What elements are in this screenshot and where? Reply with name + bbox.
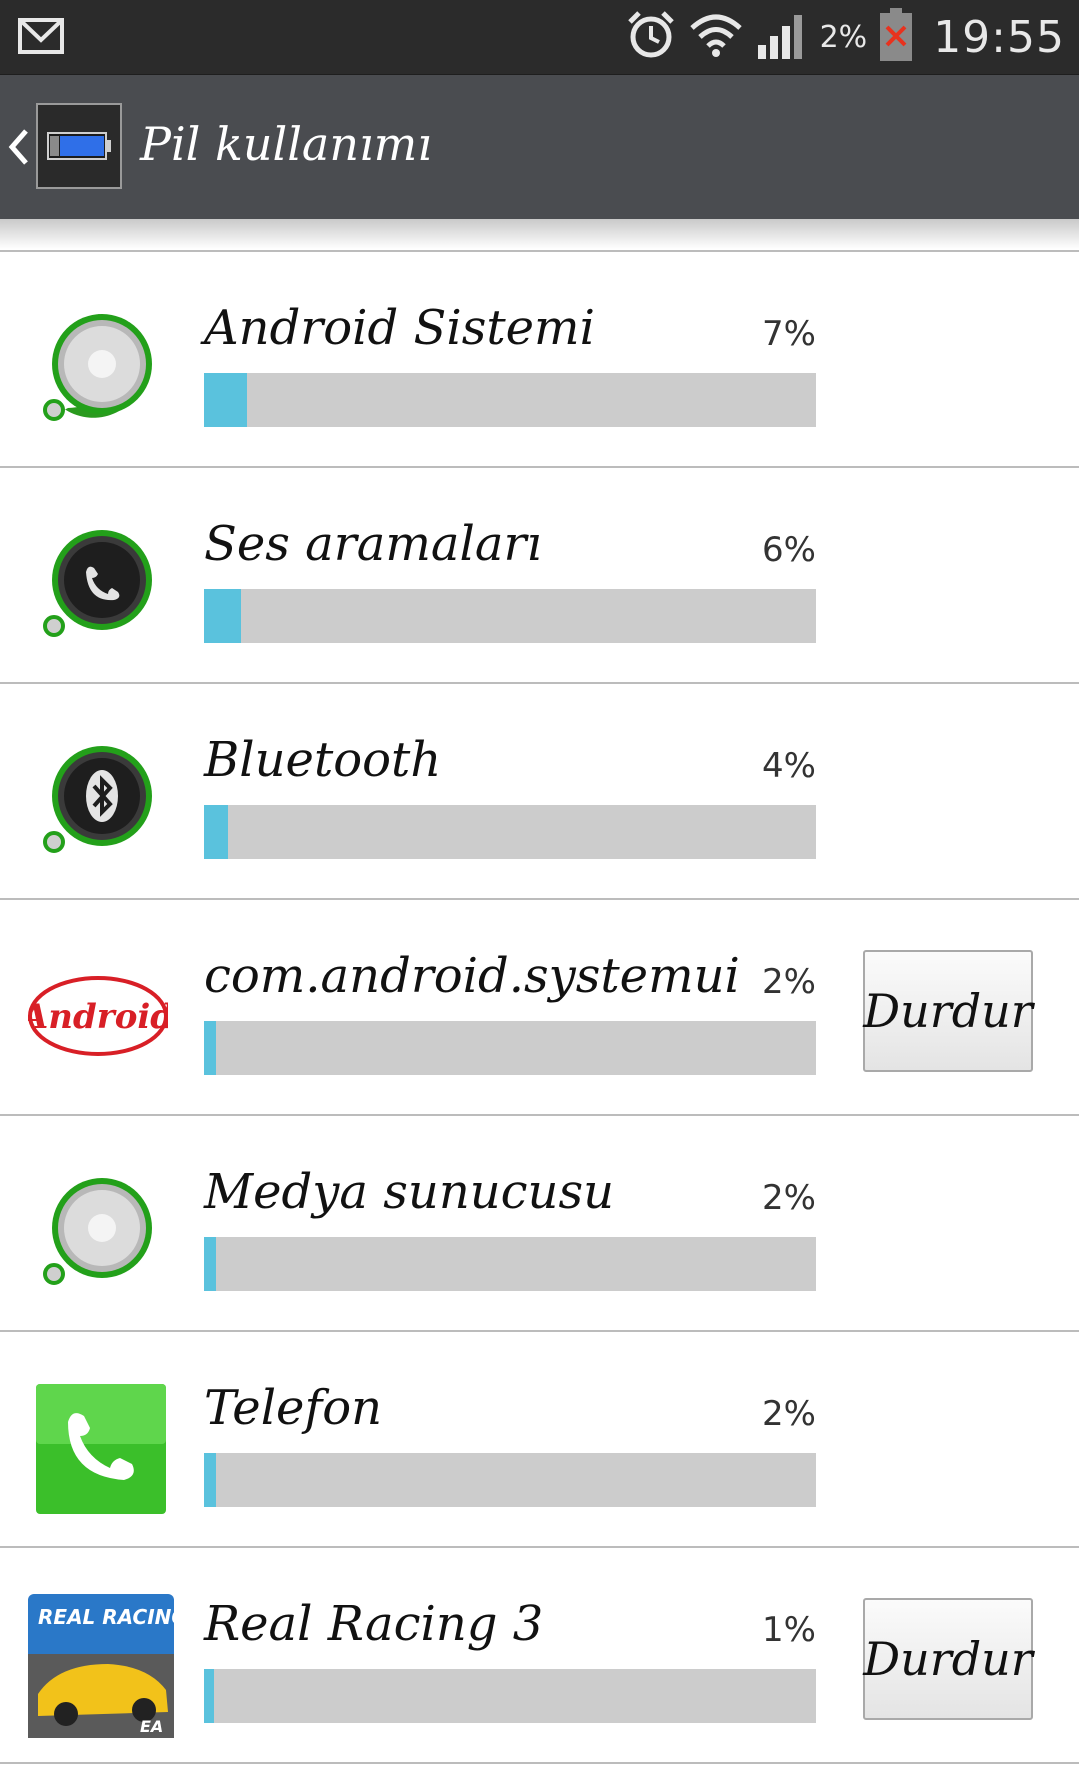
list-item[interactable]: Android Sistemi 7% [0, 252, 1079, 468]
action-bar-shadow [0, 219, 1079, 249]
usage-bar [204, 589, 816, 643]
media-server-icon [28, 1162, 168, 1302]
usage-bar-fill [204, 1021, 216, 1075]
wifi-icon [688, 12, 744, 62]
list-item[interactable]: Android com.android.systemui 2% Durdur [0, 900, 1079, 1116]
app-name: Android Sistemi [204, 300, 595, 356]
usage-bar-fill [204, 1237, 216, 1291]
app-name: Ses aramaları [204, 516, 542, 572]
usage-bar [204, 1237, 816, 1291]
phone-app-icon [28, 1378, 168, 1518]
list-item[interactable]: Medya sunucusu 2% [0, 1116, 1079, 1332]
stop-button[interactable]: Durdur [863, 1598, 1033, 1720]
usage-bar [204, 1669, 816, 1723]
app-name: Medya sunucusu [204, 1164, 614, 1220]
clock: 19:55 [933, 11, 1065, 63]
usage-bar-fill [204, 373, 247, 427]
usage-percent: 6% [762, 530, 816, 570]
gmail-icon [18, 18, 64, 58]
list-item[interactable]: Bluetooth 4% [0, 684, 1079, 900]
usage-bar-fill [204, 589, 241, 643]
usage-percent: 4% [762, 746, 816, 786]
real-racing-icon: REAL RACING EA [28, 1594, 188, 1738]
usage-percent: 7% [762, 314, 816, 354]
usage-bar-fill [204, 805, 228, 859]
app-name: Real Racing 3 [204, 1596, 544, 1652]
usage-percent: 2% [762, 1394, 816, 1434]
voice-call-icon [28, 514, 168, 654]
svg-text:EA: EA [140, 1717, 163, 1736]
back-icon[interactable] [6, 127, 32, 171]
svg-text:REAL RACING: REAL RACING [38, 1605, 178, 1629]
battery-icon[interactable] [36, 103, 122, 189]
list-item[interactable]: Ses aramaları 6% [0, 468, 1079, 684]
battery-icon [879, 7, 913, 67]
signal-icon [756, 9, 808, 65]
battery-percent: 2% [819, 19, 868, 55]
usage-bar-fill [204, 1669, 214, 1723]
app-name: Telefon [204, 1380, 383, 1436]
status-bar: 2% 19:55 [0, 0, 1079, 74]
usage-bar [204, 1453, 816, 1507]
usage-percent: 2% [762, 1178, 816, 1218]
usage-bar [204, 805, 816, 859]
page-title: Pil kullanımı [140, 117, 433, 171]
usage-bar [204, 373, 816, 427]
app-name: Bluetooth [204, 732, 442, 788]
list-item[interactable]: REAL RACING EA Real Racing 3 1% Durdur [0, 1548, 1079, 1764]
usage-bar [204, 1021, 816, 1075]
android-logo-icon: Android [19, 946, 174, 1086]
battery-usage-list: Android Sistemi 7% Ses aramaları 6% Blue… [0, 252, 1079, 1764]
alarm-icon [626, 10, 676, 64]
action-bar: Pil kullanımı [0, 74, 1079, 220]
list-item[interactable]: Telefon 2% [0, 1332, 1079, 1548]
stop-button[interactable]: Durdur [863, 950, 1033, 1072]
usage-bar-fill [204, 1453, 216, 1507]
svg-text:Android: Android [28, 997, 168, 1037]
usage-percent: 1% [762, 1610, 816, 1650]
app-name: com.android.systemui [204, 948, 740, 1004]
bluetooth-icon [28, 730, 168, 870]
usage-percent: 2% [762, 962, 816, 1002]
android-system-icon [28, 298, 168, 438]
